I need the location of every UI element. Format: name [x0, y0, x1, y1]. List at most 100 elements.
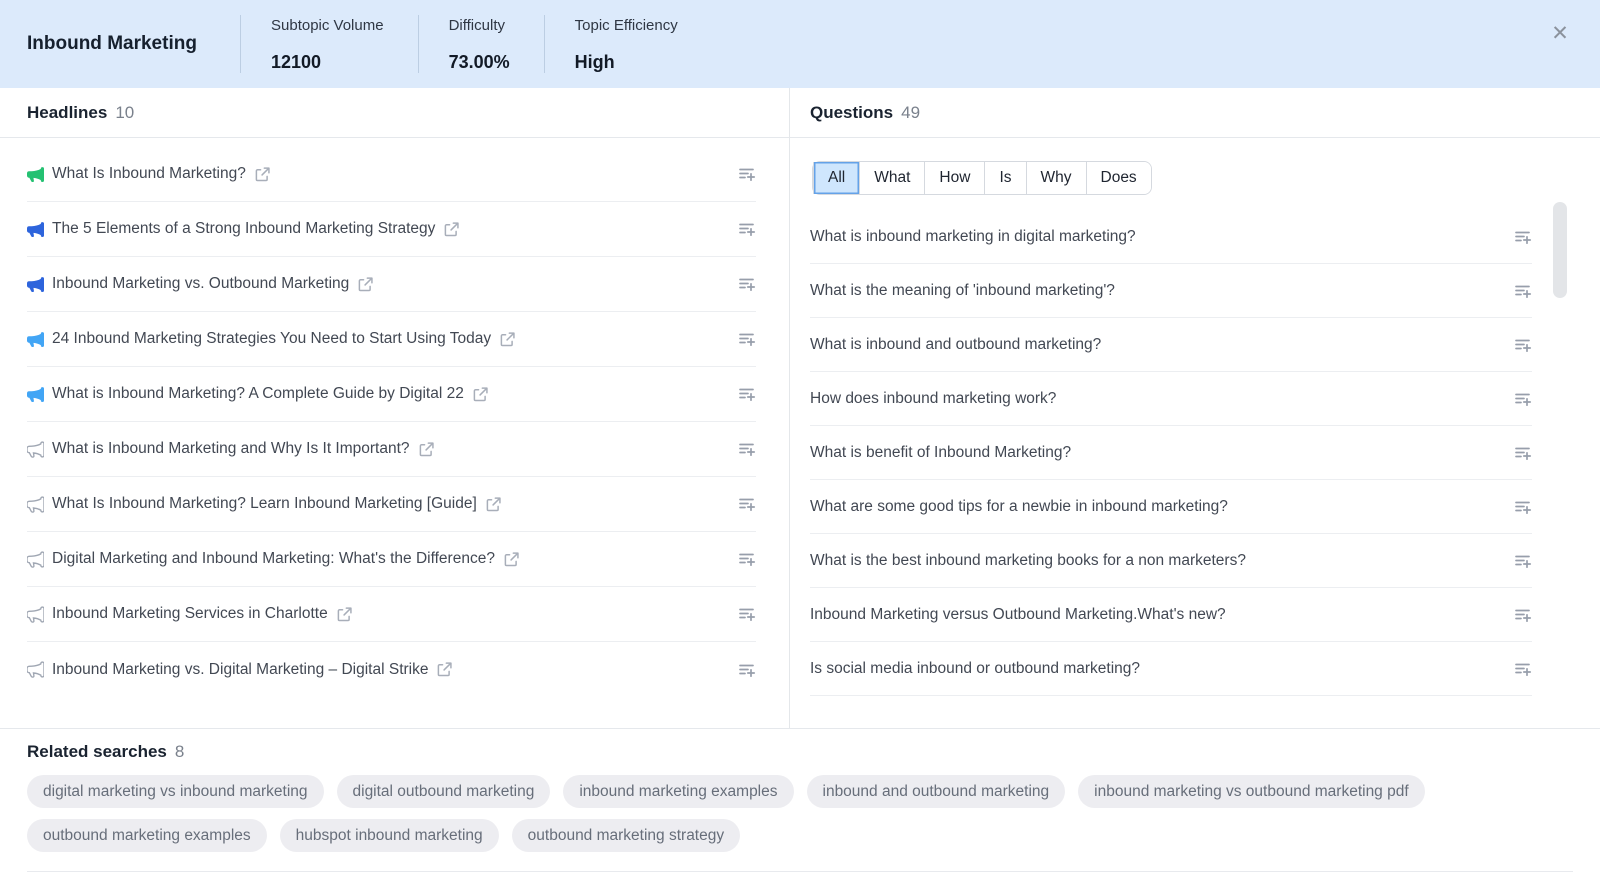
- headline-link[interactable]: What Is Inbound Marketing?: [52, 165, 246, 183]
- add-to-list-icon: [738, 385, 756, 403]
- external-link-button[interactable]: [437, 662, 452, 677]
- related-search-tag[interactable]: inbound and outbound marketing: [807, 775, 1066, 808]
- headline-link[interactable]: What is Inbound Marketing and Why Is It …: [52, 440, 410, 458]
- add-to-list-button[interactable]: [1514, 498, 1532, 516]
- headlines-section: Headlines 10 What Is Inbound Marketing?: [0, 88, 790, 728]
- question-row: What is benefit of Inbound Marketing?: [810, 426, 1532, 480]
- external-link-icon: [473, 387, 488, 402]
- headline-row: The 5 Elements of a Strong Inbound Marke…: [27, 202, 756, 257]
- headlines-list: What Is Inbound Marketing?: [27, 147, 756, 697]
- external-link-button[interactable]: [255, 167, 270, 182]
- add-to-list-button[interactable]: [1514, 336, 1532, 354]
- question-text: Is social media inbound or outbound mark…: [810, 660, 1140, 678]
- stat-label: Difficulty: [449, 17, 510, 34]
- headline-row: What Is Inbound Marketing?: [27, 147, 756, 202]
- add-to-list-icon: [1514, 228, 1532, 246]
- questions-count: 49: [901, 103, 920, 123]
- add-to-list-button[interactable]: [1514, 444, 1532, 462]
- external-link-icon: [486, 497, 501, 512]
- question-text: How does inbound marketing work?: [810, 390, 1056, 408]
- question-row: Is social media inbound or outbound mark…: [810, 642, 1532, 696]
- related-search-tag[interactable]: inbound marketing vs outbound marketing …: [1078, 775, 1425, 808]
- external-link-button[interactable]: [473, 387, 488, 402]
- question-filter-tab[interactable]: What: [859, 162, 924, 194]
- question-filter-tab[interactable]: Does: [1086, 162, 1151, 194]
- headline-link[interactable]: What is Inbound Marketing? A Complete Gu…: [52, 385, 464, 403]
- external-link-icon: [437, 662, 452, 677]
- headline-link[interactable]: The 5 Elements of a Strong Inbound Marke…: [52, 220, 435, 238]
- add-to-list-icon: [738, 220, 756, 238]
- megaphone-icon: [27, 606, 44, 623]
- questions-scrollbar-thumb[interactable]: [1553, 202, 1567, 298]
- megaphone-icon: [27, 331, 44, 348]
- add-to-list-button[interactable]: [1514, 390, 1532, 408]
- question-row: Inbound Marketing versus Outbound Market…: [810, 588, 1532, 642]
- close-button[interactable]: ✕: [1546, 20, 1574, 48]
- external-link-icon: [358, 277, 373, 292]
- headline-row: 24 Inbound Marketing Strategies You Need…: [27, 312, 756, 367]
- add-to-list-button[interactable]: [1514, 606, 1532, 624]
- add-to-list-button[interactable]: [1514, 552, 1532, 570]
- related-search-tag[interactable]: hubspot inbound marketing: [280, 819, 499, 852]
- question-filter-tab[interactable]: All: [813, 162, 859, 194]
- related-search-tag[interactable]: digital outbound marketing: [337, 775, 551, 808]
- question-text: What are some good tips for a newbie in …: [810, 498, 1228, 516]
- topic-title: Inbound Marketing: [0, 33, 240, 55]
- questions-list: What is inbound marketing in digital mar…: [810, 210, 1532, 696]
- topic-stat: Topic Efficiency High: [544, 15, 712, 73]
- headline-row: Digital Marketing and Inbound Marketing:…: [27, 532, 756, 587]
- megaphone-icon: [27, 166, 44, 183]
- add-to-list-button[interactable]: [738, 605, 756, 623]
- topic-stat: Difficulty 73.00%: [418, 15, 544, 73]
- external-link-button[interactable]: [504, 552, 519, 567]
- topic-stat: Subtopic Volume 12100: [240, 15, 418, 73]
- question-filter-tab[interactable]: Is: [984, 162, 1025, 194]
- megaphone-icon: [27, 496, 44, 513]
- stat-label: Topic Efficiency: [575, 17, 678, 34]
- headline-link[interactable]: 24 Inbound Marketing Strategies You Need…: [52, 330, 491, 348]
- add-to-list-button[interactable]: [738, 440, 756, 458]
- external-link-button[interactable]: [444, 222, 459, 237]
- add-to-list-button[interactable]: [1514, 228, 1532, 246]
- external-link-button[interactable]: [337, 607, 352, 622]
- add-to-list-button[interactable]: [738, 495, 756, 513]
- headline-link[interactable]: Inbound Marketing vs. Outbound Marketing: [52, 275, 349, 293]
- related-search-tag[interactable]: digital marketing vs inbound marketing: [27, 775, 324, 808]
- add-to-list-icon: [738, 440, 756, 458]
- add-to-list-button[interactable]: [738, 165, 756, 183]
- question-row: How does inbound marketing work?: [810, 372, 1532, 426]
- headline-row: Inbound Marketing vs. Digital Marketing …: [27, 642, 756, 697]
- add-to-list-button[interactable]: [738, 330, 756, 348]
- external-link-button[interactable]: [486, 497, 501, 512]
- question-text: What is benefit of Inbound Marketing?: [810, 444, 1071, 462]
- related-searches-section: Related searches 8 digital marketing vs …: [0, 728, 1600, 872]
- headline-row: Inbound Marketing vs. Outbound Marketing: [27, 257, 756, 312]
- related-search-tag[interactable]: outbound marketing examples: [27, 819, 267, 852]
- external-link-button[interactable]: [500, 332, 515, 347]
- add-to-list-button[interactable]: [738, 220, 756, 238]
- external-link-button[interactable]: [358, 277, 373, 292]
- headline-link[interactable]: Inbound Marketing Services in Charlotte: [52, 605, 328, 623]
- add-to-list-button[interactable]: [738, 550, 756, 568]
- external-link-button[interactable]: [419, 442, 434, 457]
- add-to-list-icon: [1514, 336, 1532, 354]
- headline-row: What Is Inbound Marketing? Learn Inbound…: [27, 477, 756, 532]
- add-to-list-button[interactable]: [1514, 660, 1532, 678]
- question-filter-tab[interactable]: How: [924, 162, 984, 194]
- headline-link[interactable]: Inbound Marketing vs. Digital Marketing …: [52, 661, 428, 679]
- headline-link[interactable]: Digital Marketing and Inbound Marketing:…: [52, 550, 495, 568]
- add-to-list-button[interactable]: [738, 661, 756, 679]
- related-search-tag[interactable]: inbound marketing examples: [563, 775, 793, 808]
- headline-link[interactable]: What Is Inbound Marketing? Learn Inbound…: [52, 495, 477, 513]
- related-searches-count: 8: [175, 742, 184, 762]
- add-to-list-button[interactable]: [738, 275, 756, 293]
- megaphone-icon: [27, 276, 44, 293]
- add-to-list-icon: [738, 661, 756, 679]
- question-row: What is the meaning of 'inbound marketin…: [810, 264, 1532, 318]
- add-to-list-button[interactable]: [738, 385, 756, 403]
- add-to-list-icon: [1514, 444, 1532, 462]
- add-to-list-button[interactable]: [1514, 282, 1532, 300]
- question-filter-tab[interactable]: Why: [1026, 162, 1086, 194]
- related-search-tag[interactable]: outbound marketing strategy: [512, 819, 740, 852]
- headlines-title: Headlines: [27, 103, 107, 123]
